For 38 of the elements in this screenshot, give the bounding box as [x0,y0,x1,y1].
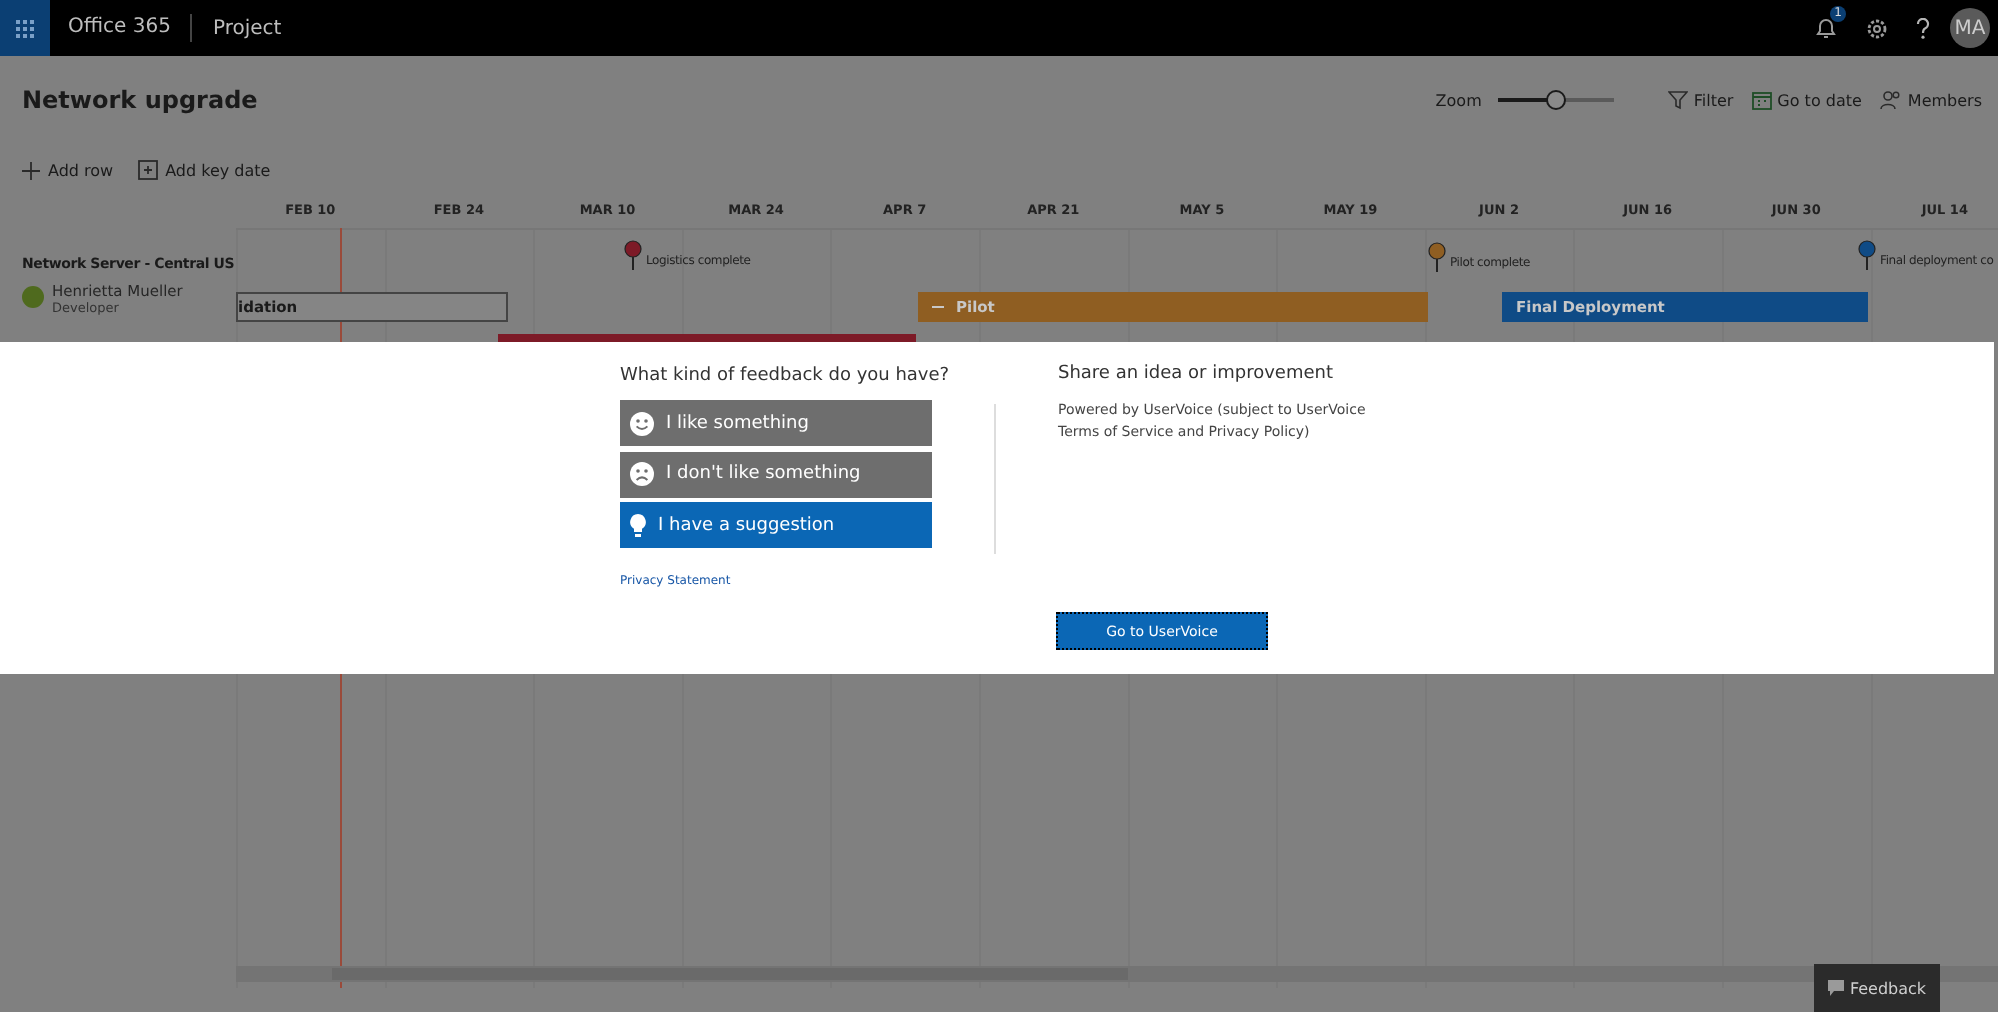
bell-icon[interactable] [1814,16,1838,40]
app-launcher-button[interactable] [0,0,50,56]
milestone-pin[interactable] [1428,242,1446,272]
help-icon[interactable] [1916,17,1930,39]
people-icon [1879,90,1902,110]
sad-face-icon [630,462,654,486]
calendar-plus-icon [137,160,158,180]
suite-name[interactable]: Office 365 [50,14,193,42]
dialog-heading: Share an idea or improvement [1058,364,1335,384]
filter-button[interactable]: Filter [1667,90,1734,110]
plan-title: Network upgrade [22,86,260,114]
date-button[interactable]: Go to date [1751,90,1862,110]
zoom-label: Zoom [1435,91,1482,109]
waffle-icon [16,19,34,37]
app-name[interactable]: Project [192,17,282,39]
calendar-icon [1751,90,1772,110]
settings-icon[interactable] [1866,17,1888,39]
feedback-option[interactable]: I don't like something [620,451,932,497]
scrollbar-thumb[interactable] [332,968,1128,980]
lightbulb-icon [630,513,646,537]
dialog-question: What kind of feedback do you have? [620,364,950,388]
milestone-pin[interactable] [1858,240,1876,270]
horizontal-scrollbar[interactable] [236,966,1998,982]
add-key-date-button[interactable]: Add key date [137,160,271,180]
feedback-button[interactable]: Feedback [1814,964,1940,1012]
plus-icon [22,161,40,179]
filter-icon [1667,90,1688,110]
user-avatar[interactable]: MA [1950,8,1990,48]
avatar [22,286,44,308]
speech-bubble-icon [1827,980,1844,996]
collapse-icon[interactable] [932,304,944,310]
slider-thumb[interactable] [1545,90,1566,110]
feedback-option[interactable]: I like something [620,400,932,446]
feedback-option[interactable]: I have a suggestion [620,502,932,548]
members-button[interactable]: Members [1879,90,1982,110]
smiley-icon [630,411,654,435]
milestone-pin[interactable] [624,240,642,270]
add-row-button[interactable]: Add row [22,161,114,179]
